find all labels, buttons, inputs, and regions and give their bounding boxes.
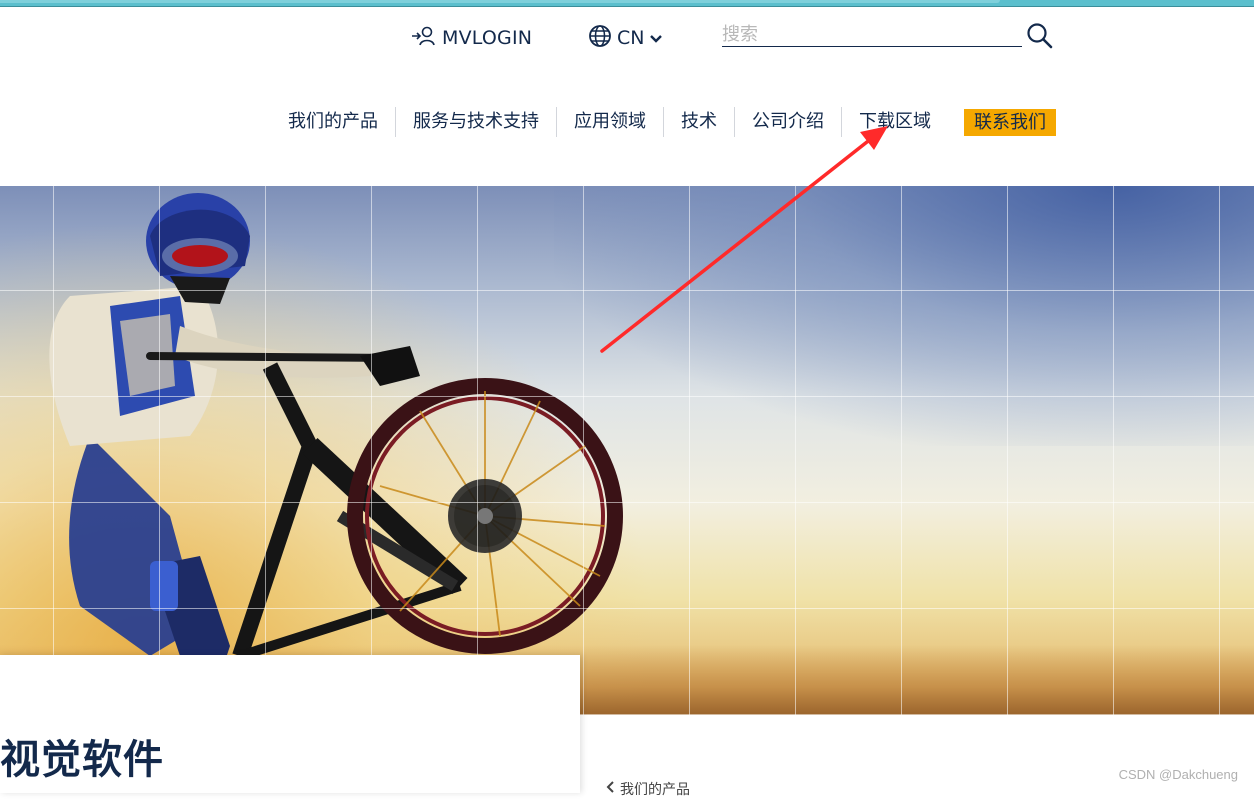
breadcrumb-back-link[interactable]: 我们的产品 bbox=[606, 779, 690, 799]
main-nav: 我们的产品 服务与技术支持 应用领域 技术 公司介绍 下载区域 联系我们 bbox=[271, 107, 1056, 137]
nav-item-downloads[interactable]: 下载区域 bbox=[842, 107, 948, 137]
page-title: 视觉软件 bbox=[0, 737, 164, 783]
language-selector[interactable]: CN bbox=[588, 24, 663, 52]
login-link[interactable]: MVLOGIN bbox=[410, 26, 532, 50]
login-icon bbox=[410, 25, 436, 51]
search-icon bbox=[1026, 23, 1054, 54]
contact-us-button[interactable]: 联系我们 bbox=[964, 108, 1056, 136]
login-label: MVLOGIN bbox=[442, 27, 533, 49]
csdn-watermark: CSDN @Dakchueng bbox=[1118, 767, 1238, 782]
nav-item-service-support[interactable]: 服务与技术支持 bbox=[396, 107, 557, 137]
hero-banner bbox=[0, 186, 1254, 715]
browser-tab-strip bbox=[0, 0, 1254, 7]
nav-item-technology[interactable]: 技术 bbox=[664, 107, 735, 137]
chevron-down-icon bbox=[649, 29, 663, 48]
nav-item-applications[interactable]: 应用领域 bbox=[557, 107, 664, 137]
chevron-left-icon bbox=[606, 781, 616, 797]
nav-item-products[interactable]: 我们的产品 bbox=[271, 107, 396, 137]
content-card: 视觉软件 bbox=[0, 655, 580, 793]
breadcrumb-back-label: 我们的产品 bbox=[620, 782, 690, 798]
hero-grid-overlay bbox=[0, 186, 1254, 715]
globe-icon bbox=[588, 24, 612, 52]
search-input[interactable] bbox=[722, 22, 1022, 47]
browser-tab-edge bbox=[0, 0, 1000, 3]
language-label: CN bbox=[617, 27, 645, 49]
search-button[interactable] bbox=[1026, 22, 1054, 50]
nav-item-company[interactable]: 公司介绍 bbox=[735, 107, 842, 137]
